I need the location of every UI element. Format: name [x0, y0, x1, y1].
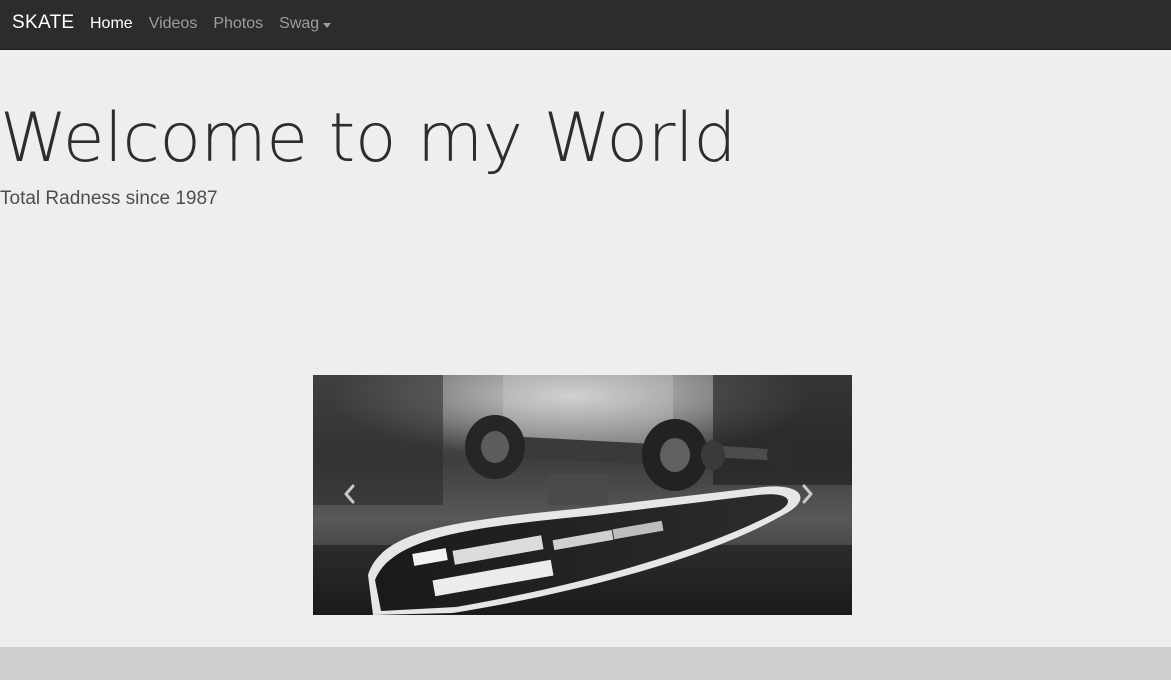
brand-link[interactable]: SKATE — [12, 12, 74, 34]
nav-item-swag-label: Swag — [279, 15, 320, 32]
carousel-prev-button[interactable] — [335, 479, 365, 509]
nav-item-swag-dropdown[interactable]: Swag — [279, 14, 332, 34]
hero-title: Welcome to my World — [0, 99, 737, 178]
hero-subtitle: Total Radness since 1987 — [0, 188, 218, 209]
nav-menu: Home Videos Photos Swag — [90, 13, 347, 35]
nav-item-photos[interactable]: Photos — [213, 14, 263, 34]
chevron-left-icon — [344, 484, 355, 504]
image-carousel — [313, 375, 852, 615]
skateboard-photo — [313, 375, 852, 615]
caret-down-icon — [323, 22, 332, 28]
nav-item-videos[interactable]: Videos — [149, 14, 198, 34]
carousel-next-button[interactable] — [792, 479, 822, 509]
navbar: SKATE Home Videos Photos Swag — [0, 0, 1171, 50]
footer-bar — [0, 647, 1171, 680]
nav-item-home[interactable]: Home — [90, 14, 133, 34]
chevron-right-icon — [802, 484, 813, 504]
